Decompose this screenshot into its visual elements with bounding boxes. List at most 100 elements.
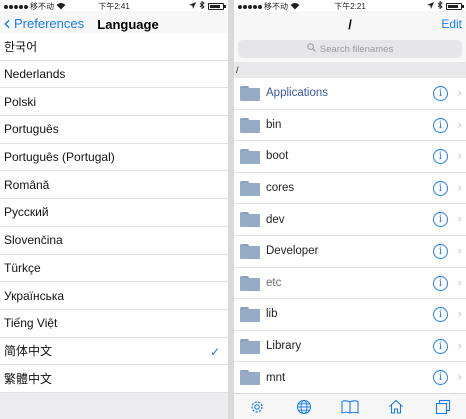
chevron-right-icon: › <box>457 307 462 322</box>
info-icon[interactable]: i <box>433 86 448 101</box>
language-list: 한국어 Nederlands Polski Português Português (P… <box>0 33 228 393</box>
chevron-right-icon: › <box>457 180 462 195</box>
info-icon[interactable]: i <box>433 180 448 196</box>
language-label: Română <box>4 177 50 192</box>
file-list: Applications i › bin i › boot i › cores i › dev i › Dev… <box>234 78 466 394</box>
language-row[interactable]: Nederlands <box>0 60 228 89</box>
navigation-bar: / Edit <box>234 11 466 37</box>
folder-icon <box>240 338 260 354</box>
info-icon[interactable]: i <box>433 370 448 386</box>
chevron-right-icon: › <box>457 117 462 132</box>
back-button[interactable]: ‹ Preferences <box>3 11 85 35</box>
folder-icon <box>240 180 260 196</box>
file-name: lib <box>266 308 278 321</box>
folder-icon <box>240 275 260 291</box>
info-icon[interactable]: i <box>433 307 448 323</box>
language-label: Slovenčina <box>4 233 63 248</box>
file-row[interactable]: bin i › <box>234 110 466 142</box>
info-icon[interactable]: i <box>433 338 448 354</box>
language-label: 简体中文 <box>4 344 53 359</box>
list-footer <box>0 393 228 419</box>
language-row[interactable]: Tiếng Việt <box>0 309 228 338</box>
language-label: 繁體中文 <box>4 372 53 387</box>
chevron-right-icon: › <box>457 86 462 100</box>
file-row[interactable]: mnt i › <box>234 362 466 394</box>
search-bar: Search filenames <box>234 37 466 62</box>
language-label: Português (Portugal) <box>4 150 115 165</box>
chevron-right-icon: › <box>457 149 462 164</box>
file-name: Applications <box>266 87 329 100</box>
language-row[interactable]: 繁體中文 <box>0 365 228 393</box>
bluetooth-icon <box>437 0 443 11</box>
language-row[interactable]: Română <box>0 171 228 200</box>
file-row[interactable]: Applications i › <box>234 78 466 110</box>
folder-icon <box>240 149 260 165</box>
file-row[interactable]: dev i › <box>234 204 466 236</box>
info-icon[interactable]: i <box>433 149 448 165</box>
checkmark-icon: ✓ <box>209 344 220 359</box>
tab-bar <box>234 393 466 419</box>
book-icon[interactable] <box>340 398 360 416</box>
chevron-left-icon: ‹ <box>3 11 11 35</box>
language-label: Українська <box>4 288 65 303</box>
language-label: Português <box>4 122 59 137</box>
language-row[interactable]: Українська <box>0 282 228 310</box>
file-name: boot <box>266 150 289 163</box>
folder-icon <box>240 370 260 386</box>
folder-icon <box>240 212 260 228</box>
file-row[interactable]: boot i › <box>234 141 466 173</box>
language-row[interactable]: 简体中文 ✓ <box>0 337 228 366</box>
language-label: Русский <box>4 205 49 220</box>
file-browser-panel: 移不动 下午2:21 / Edit Search filenames / App… <box>234 0 466 419</box>
file-name: bin <box>266 118 282 131</box>
info-icon[interactable]: i <box>433 212 448 228</box>
gear-icon[interactable] <box>247 398 267 416</box>
language-label: Tiếng Việt <box>4 316 58 331</box>
folder-icon <box>240 307 260 323</box>
language-label: Türkçe <box>4 260 41 275</box>
windows-icon[interactable] <box>433 398 453 416</box>
language-panel: 移不动 下午2:41 ‹ Preferences Language 한국어 Ned… <box>0 0 228 419</box>
file-name: mnt <box>266 371 286 384</box>
language-row[interactable]: Русский <box>0 199 228 227</box>
file-row[interactable]: Developer i › <box>234 236 466 268</box>
file-row[interactable]: lib i › <box>234 299 466 331</box>
location-icon <box>189 1 196 11</box>
status-right <box>189 0 226 11</box>
folder-icon <box>240 243 260 259</box>
file-row[interactable]: Library i › <box>234 331 466 363</box>
folder-icon <box>240 117 260 133</box>
status-bar: 移不动 下午2:21 <box>234 0 466 11</box>
file-name: dev <box>266 213 285 226</box>
file-name: Developer <box>266 245 319 258</box>
edit-button[interactable]: Edit <box>441 17 462 31</box>
language-row[interactable]: Português (Portugal) <box>0 143 228 172</box>
language-row[interactable]: Polski <box>0 88 228 117</box>
info-icon[interactable]: i <box>433 275 448 291</box>
language-row[interactable]: Português <box>0 116 228 144</box>
language-label: 한국어 <box>4 39 38 54</box>
status-bar: 移不动 下午2:41 <box>0 0 228 11</box>
page-title: / <box>348 17 352 32</box>
search-input[interactable]: Search filenames <box>238 40 462 58</box>
language-row[interactable]: Slovenčina <box>0 226 228 255</box>
chevron-right-icon: › <box>457 338 462 353</box>
search-placeholder: Search filenames <box>319 43 394 55</box>
location-icon <box>427 1 434 11</box>
chevron-right-icon: › <box>457 243 462 258</box>
chevron-right-icon: › <box>457 275 462 290</box>
home-icon[interactable] <box>386 398 406 416</box>
file-row[interactable]: cores i › <box>234 173 466 205</box>
file-row[interactable]: etc i › <box>234 268 466 300</box>
info-icon[interactable]: i <box>433 243 448 259</box>
path-header: / <box>234 62 466 78</box>
language-row[interactable]: Türkçe <box>0 254 228 283</box>
back-button-label: Preferences <box>14 15 85 31</box>
chevron-right-icon: › <box>457 370 462 385</box>
bluetooth-icon <box>199 0 205 11</box>
file-name: Library <box>266 340 302 353</box>
info-icon[interactable]: i <box>433 117 448 133</box>
language-row[interactable]: 한국어 <box>0 33 228 61</box>
globe-icon[interactable] <box>294 398 314 416</box>
file-name: etc <box>266 276 282 289</box>
